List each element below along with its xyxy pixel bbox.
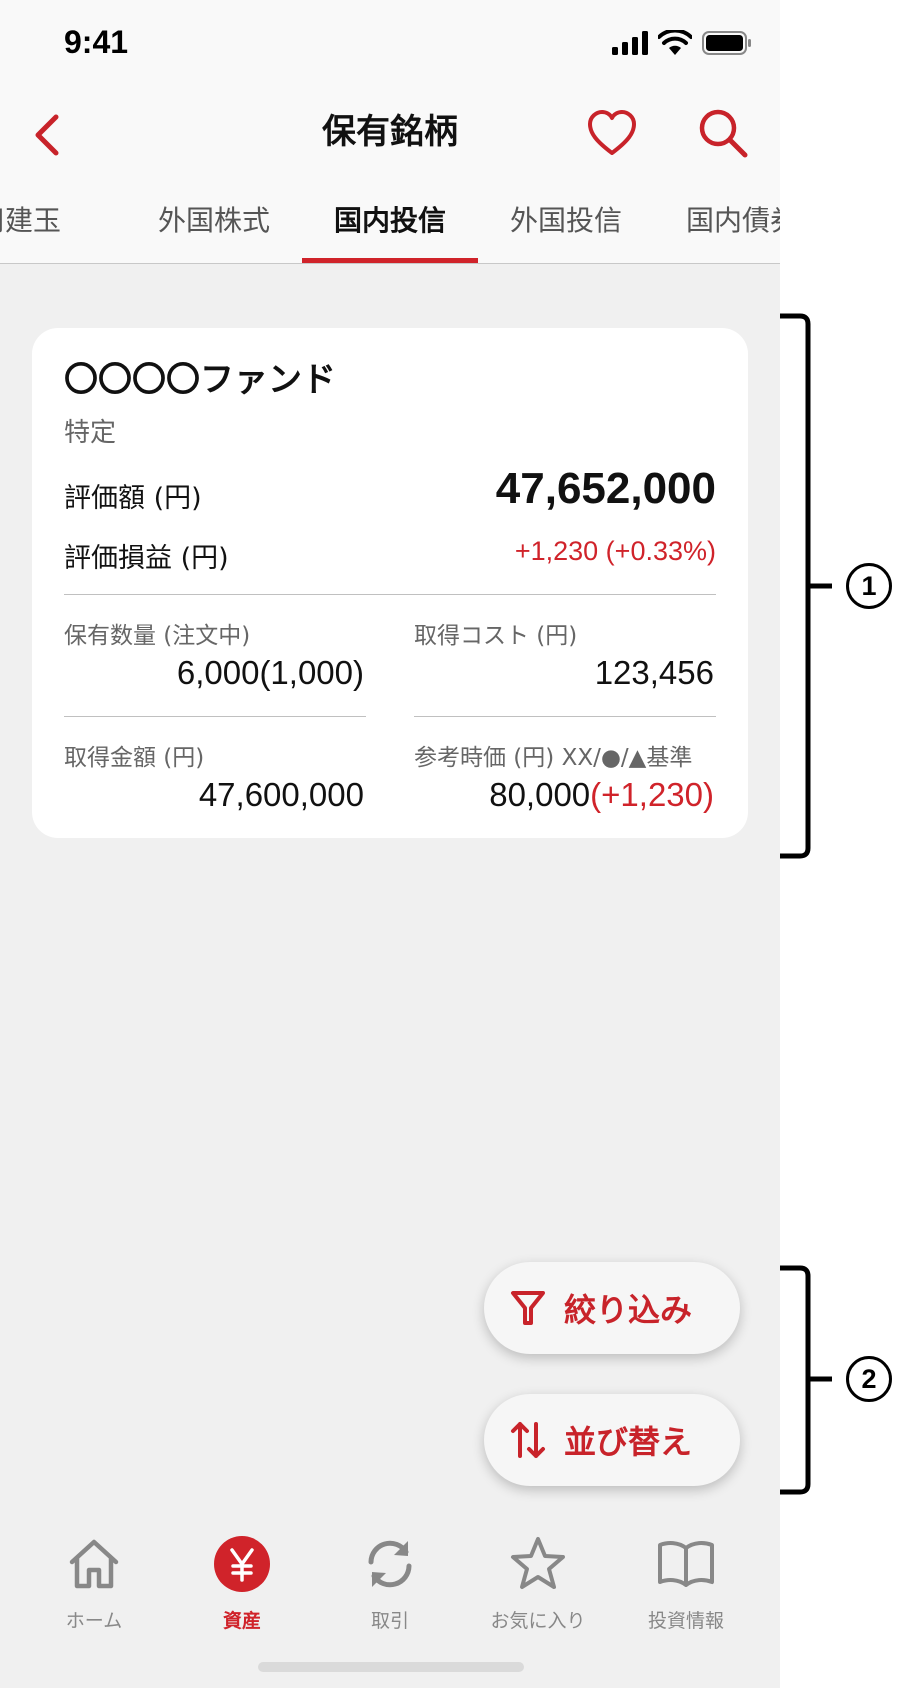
nav-item-assets[interactable]: 資産 [168,1520,316,1650]
tab-foreign-funds[interactable]: 外国投信 [478,174,654,263]
nav-item-home[interactable]: ホーム [20,1520,168,1650]
tab-margin-positions[interactable]: 信用建玉 [0,174,100,263]
acquisition-amount-value: 47,600,000 [198,776,364,813]
profit-loss-value: +1,230 (+0.33%) [514,536,716,566]
nav-label: 資産 [222,1610,261,1632]
yen-icon [212,1534,272,1594]
reference-price-label: 参考時価 (円) XX/●/▲基準 [414,745,693,771]
app-header: 保有銘柄 [0,92,780,174]
account-type: 特定 [64,418,117,448]
nav-label: ホーム [65,1610,123,1632]
status-bar: 9:41 [0,0,780,92]
annotation-marker-2: 2 [846,1356,892,1402]
wifi-icon [658,30,692,55]
active-tab-indicator [302,258,478,263]
home-indicator [258,1662,524,1672]
valuation-value: 47,652,000 [495,464,716,513]
cost-label: 取得コスト (円) [414,623,578,649]
quantity-value: 6,000(1,000) [176,654,364,691]
signal-icon [612,31,648,55]
profit-loss-label: 評価損益 (円) [64,543,229,574]
annotation-marker-1: 1 [846,563,892,609]
nav-label: 取引 [370,1610,409,1632]
heart-icon [588,110,636,155]
star-icon [508,1534,568,1594]
battery-icon [702,31,751,55]
nav-item-favorites[interactable]: お気に入り [464,1520,612,1650]
cell-divider [64,716,366,717]
nav-label: お気に入り [490,1610,586,1632]
page-title: 保有銘柄 [322,112,458,152]
nav-item-trade[interactable]: 取引 [316,1520,464,1650]
card-divider [64,594,716,595]
filter-label: 絞り込み [564,1291,693,1329]
tab-domestic-bonds[interactable]: 国内債券 [654,174,780,263]
reference-price-change: (+1,230) [590,776,714,813]
cost-value: 123,456 [594,654,714,691]
nav-label: 投資情報 [647,1610,724,1632]
home-icon [64,1534,124,1594]
tab-foreign-stocks[interactable]: 外国株式 [126,174,302,263]
reference-price-value: 80,000(+1,230) [489,776,714,813]
search-icon [699,109,748,158]
filter-button[interactable]: 絞り込み [484,1262,740,1354]
annotation-bracket-2 [780,1265,832,1495]
refresh-icon [360,1534,420,1594]
nav-item-investment-info[interactable]: 投資情報 [612,1520,760,1650]
status-icons [612,30,752,56]
annotation-bracket-1 [780,313,832,859]
cell-divider [414,716,716,717]
search-button[interactable] [696,106,750,160]
favorite-button[interactable] [586,108,638,160]
fund-name: 〇〇〇〇ファンド [64,360,336,400]
holding-card[interactable]: 〇〇〇〇ファンド 特定 評価額 (円) 47,652,000 評価損益 (円) … [32,328,748,838]
status-time: 9:41 [64,24,129,60]
acquisition-amount-label: 取得金額 (円) [64,745,205,771]
sort-icon [511,1422,545,1458]
phone-screen: 9:41 保有銘柄 建玉 外国株式 国内投信 外国投信 国内債 〇〇〇〇ファンド… [0,0,780,1688]
sort-button[interactable]: 並び替え [484,1394,740,1486]
tab-domestic-funds[interactable]: 国内投信 [302,174,478,263]
quantity-label: 保有数量 (注文中) [64,623,251,649]
filter-icon [511,1291,545,1325]
quantity-pending: (1,000) [259,654,364,691]
valuation-label: 評価額 (円) [64,483,202,514]
category-tabs: 信用建玉 外国株式 国内投信 外国投信 国内債券 [0,174,780,264]
book-icon [656,1534,716,1594]
sort-label: 並び替え [564,1423,693,1461]
